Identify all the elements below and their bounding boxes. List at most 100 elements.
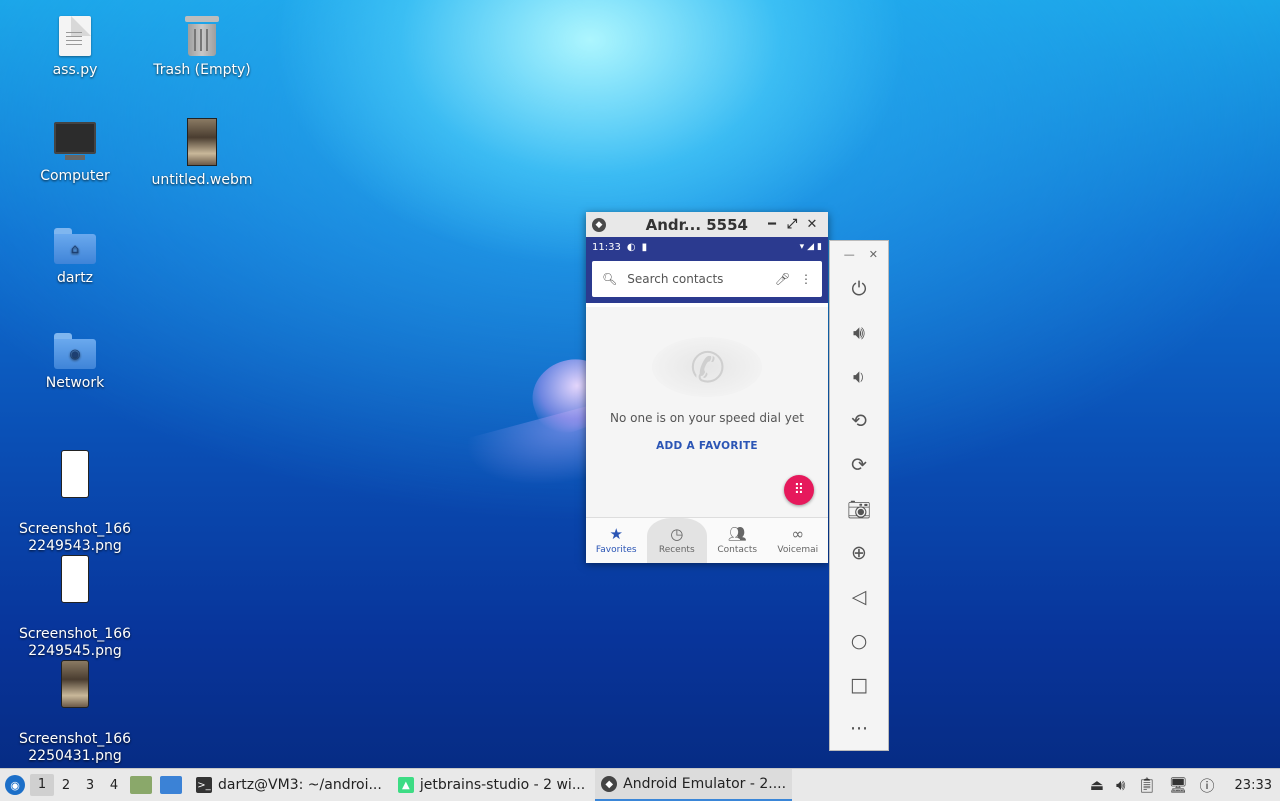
- video-file-icon: [187, 118, 217, 166]
- android-icon: ▲: [397, 777, 414, 793]
- network-folder-icon: ◉: [54, 333, 96, 369]
- update-notifier-icon[interactable]: ⓘ: [1200, 775, 1215, 796]
- search-input[interactable]: Search contacts: [627, 272, 765, 286]
- taskbar: ◉ 1 2 3 4 >_ dartz@VM3: ~/androi... ▲ je…: [0, 768, 1280, 801]
- zoom-icon: ⊕: [851, 542, 867, 564]
- task-terminal[interactable]: >_ dartz@VM3: ~/androi...: [190, 770, 388, 800]
- desktop-icon-trash[interactable]: Trash (Empty): [137, 16, 267, 79]
- tab-recents[interactable]: ◷ Recents: [646, 518, 707, 563]
- terminal-icon: >_: [196, 777, 212, 793]
- volume-up-icon: 🔊︎: [853, 322, 865, 344]
- volume-up-button[interactable]: 🔊︎: [830, 311, 888, 355]
- emulator-window: ◆ Andr... 5554 ━ ⤢ ✕ 11:33 ◐ ▮ ▾ ◢ ▮ 🔍︎ …: [586, 212, 828, 563]
- volume-icon[interactable]: 🔊︎: [1116, 776, 1125, 794]
- emulator-icon: ◆: [601, 776, 618, 792]
- maximize-icon[interactable]: ⤢: [782, 217, 802, 232]
- back-button[interactable]: ◁: [830, 575, 888, 619]
- minimize-icon[interactable]: ━: [762, 217, 782, 232]
- task-android-emulator[interactable]: ◆ Android Emulator - 2....: [595, 769, 793, 801]
- rotate-left-button[interactable]: ⟲: [830, 399, 888, 443]
- clipboard-icon[interactable]: 📋︎: [1137, 776, 1156, 794]
- dialer-app-bar: 🔍︎ Search contacts 🎤︎ ⋮: [586, 257, 828, 303]
- tab-label: Voicemai: [777, 544, 819, 555]
- desktop-icon-label: untitled.webm: [151, 172, 253, 188]
- toolbar-minimize-icon[interactable]: —: [844, 248, 855, 261]
- desktop-icon-home-folder[interactable]: ⌂ dartz: [10, 228, 140, 287]
- image-file-icon: [61, 660, 89, 708]
- more-button[interactable]: ···: [830, 707, 888, 751]
- workspace-3[interactable]: 3: [78, 778, 102, 793]
- power-icon: ⏻: [851, 278, 867, 300]
- home-circle-icon: ○: [850, 630, 868, 652]
- overview-button[interactable]: □: [830, 663, 888, 707]
- image-file-icon: [61, 450, 89, 498]
- workspace-1[interactable]: 1: [30, 774, 54, 796]
- camera-icon: 📷︎: [846, 498, 872, 521]
- file-manager-launcher-icon[interactable]: [130, 776, 152, 794]
- overview-square-icon: □: [850, 674, 868, 696]
- dialer-bottom-nav: ★ Favorites ◷ Recents 👥︎ Contacts ∞ Voic…: [586, 517, 828, 563]
- star-icon: ★: [609, 524, 623, 543]
- zoom-button[interactable]: ⊕: [830, 531, 888, 575]
- desktop-icon-label: dartz: [56, 270, 94, 286]
- notification-icon: ◐: [626, 241, 636, 253]
- search-contacts-bar[interactable]: 🔍︎ Search contacts 🎤︎ ⋮: [592, 261, 822, 297]
- battery-icon: ▮: [817, 242, 822, 252]
- desktop-icon-untitled-webm[interactable]: untitled.webm: [137, 118, 267, 189]
- overflow-menu-icon[interactable]: ⋮: [800, 272, 812, 286]
- signal-icon: ◢: [807, 242, 815, 252]
- clock[interactable]: 23:33: [1227, 778, 1272, 793]
- system-tray: ⏏ 🔊︎ 📋︎ 🖥︎ ⓘ 23:33: [1090, 775, 1280, 796]
- desktop-icon-screenshot-3[interactable]: Screenshot_166 2250431.png: [10, 643, 140, 782]
- power-button[interactable]: ⏻: [830, 267, 888, 311]
- sd-card-icon: ▮: [641, 241, 648, 253]
- close-icon[interactable]: ✕: [802, 217, 822, 232]
- show-desktop-icon[interactable]: [160, 776, 182, 794]
- image-file-icon: [61, 555, 89, 603]
- text-file-icon: [59, 16, 91, 56]
- desktop-icon-label: ass.py: [52, 62, 98, 78]
- phone-icon: ✆: [652, 337, 762, 397]
- microphone-icon[interactable]: 🎤︎: [775, 272, 790, 286]
- search-icon[interactable]: 🔍︎: [602, 272, 617, 286]
- screenshot-button[interactable]: 📷︎: [830, 487, 888, 531]
- task-label: dartz@VM3: ~/androi...: [218, 777, 382, 793]
- home-folder-icon: ⌂: [54, 228, 96, 264]
- back-icon: ◁: [851, 586, 867, 608]
- desktop-icon-label: Network: [45, 375, 105, 391]
- desktop-icon-network[interactable]: ◉ Network: [10, 333, 140, 392]
- volume-down-button[interactable]: 🔉︎: [830, 355, 888, 399]
- toolbar-close-icon[interactable]: ✕: [869, 248, 878, 261]
- rotate-left-icon: ⟲: [851, 410, 867, 432]
- empty-message: No one is on your speed dial yet: [610, 411, 804, 425]
- emulator-title: Andr... 5554: [645, 215, 748, 234]
- eject-icon[interactable]: ⏏: [1090, 776, 1104, 794]
- workspace-2[interactable]: 2: [54, 778, 78, 793]
- volume-down-icon: 🔉︎: [853, 366, 865, 388]
- start-menu-icon: ◉: [5, 775, 25, 795]
- wifi-icon: ▾: [799, 242, 805, 252]
- status-time: 11:33: [592, 241, 621, 253]
- tab-favorites[interactable]: ★ Favorites: [586, 518, 647, 563]
- workspace-4[interactable]: 4: [102, 778, 126, 793]
- emulator-toolbar: — ✕ ⏻ 🔊︎ 🔉︎ ⟲ ⟳ 📷︎ ⊕ ◁ ○ □ ···: [829, 240, 889, 751]
- dialpad-icon: ⠿: [793, 482, 805, 498]
- task-android-studio[interactable]: ▲ jetbrains-studio - 2 wi...: [392, 770, 591, 800]
- tab-contacts[interactable]: 👥︎ Contacts: [707, 518, 768, 563]
- task-label: Android Emulator - 2....: [623, 776, 787, 792]
- add-favorite-link[interactable]: ADD A FAVORITE: [586, 440, 828, 452]
- network-icon[interactable]: 🖥︎: [1168, 776, 1187, 794]
- task-label: jetbrains-studio - 2 wi...: [419, 777, 586, 793]
- home-button[interactable]: ○: [830, 619, 888, 663]
- emulator-titlebar[interactable]: ◆ Andr... 5554 ━ ⤢ ✕: [586, 212, 828, 237]
- more-icon: ···: [849, 718, 869, 740]
- tab-label: Contacts: [717, 544, 758, 555]
- tab-voicemail[interactable]: ∞ Voicemai: [768, 518, 829, 563]
- desktop-icon-ass-py[interactable]: ass.py: [10, 16, 140, 79]
- desktop-icon-computer[interactable]: Computer: [10, 122, 140, 185]
- rotate-right-icon: ⟳: [851, 454, 867, 476]
- start-menu-button[interactable]: ◉: [0, 770, 30, 800]
- rotate-right-button[interactable]: ⟳: [830, 443, 888, 487]
- dialpad-fab[interactable]: ⠿: [784, 475, 814, 505]
- people-icon: 👥︎: [727, 524, 747, 543]
